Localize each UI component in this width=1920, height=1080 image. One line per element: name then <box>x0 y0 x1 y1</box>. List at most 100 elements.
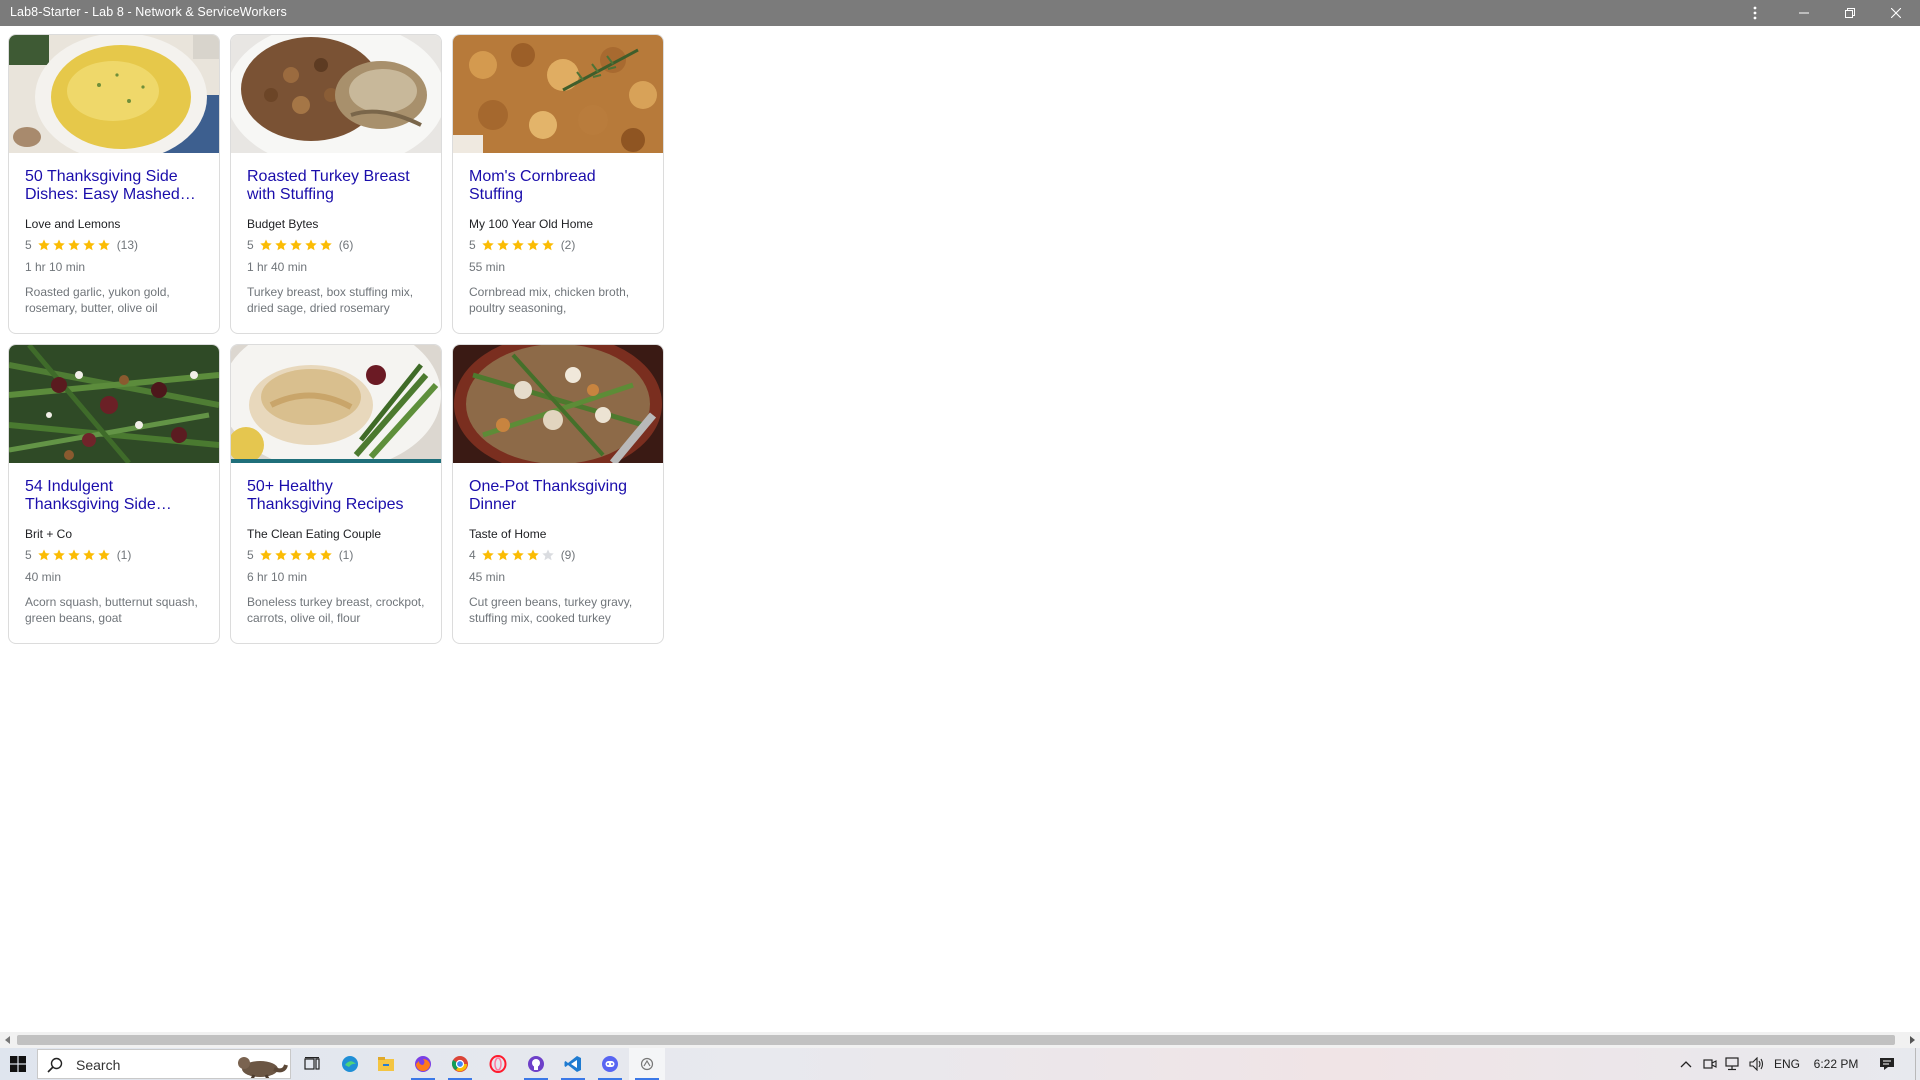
web-app-icon <box>640 1057 654 1071</box>
taskbar-github-desktop[interactable] <box>518 1048 554 1080</box>
close-icon <box>1891 8 1901 18</box>
taskbar-pwa-app[interactable] <box>629 1048 665 1080</box>
recipe-time: 55 min <box>469 260 506 274</box>
recipe-title[interactable]: 50 Thanksgiving Side Dishes: Easy Mashed… <box>25 168 203 204</box>
star-filled-icon <box>37 549 50 561</box>
tray-network[interactable] <box>1722 1048 1744 1080</box>
discord-icon <box>602 1056 618 1072</box>
recipe-title[interactable]: Roasted Turkey Breast with Stuffing <box>247 168 425 204</box>
page-content: 50 Thanksgiving Side Dishes: Easy Mashed… <box>0 26 1920 1032</box>
taskbar-edge[interactable] <box>332 1048 368 1080</box>
start-button[interactable] <box>0 1048 36 1080</box>
rating-stars <box>259 238 333 252</box>
recipe-ingredients: Turkey breast, box stuffing mix, dried s… <box>247 285 414 315</box>
scroll-right-button[interactable] <box>1904 1032 1920 1048</box>
windows-taskbar: Search ENG 6:22 PM <box>0 1048 1920 1080</box>
recipe-card[interactable]: Roasted Turkey Breast with Stuffing Budg… <box>230 34 442 334</box>
recipe-ingredients: Roasted garlic, yukon gold, rosemary, bu… <box>25 285 170 315</box>
star-filled-icon <box>496 549 509 561</box>
tray-overflow-button[interactable] <box>1676 1048 1696 1080</box>
edge-icon <box>342 1056 358 1072</box>
firefox-icon <box>415 1056 431 1072</box>
recipe-card[interactable]: 54 Indulgent Thanksgiving Side Dishes Br… <box>8 344 220 644</box>
cornbread-stuffing-photo[interactable] <box>453 35 663 153</box>
tray-meet-now[interactable] <box>1700 1048 1720 1080</box>
recipe-title[interactable]: 50+ Healthy Thanksgiving Recipes <box>247 478 425 514</box>
mashed-potatoes-photo[interactable] <box>9 35 219 153</box>
taskbar-vscode[interactable] <box>555 1048 591 1080</box>
more-vertical-icon <box>1753 6 1757 20</box>
recipe-ingredients: Cut green beans, turkey gravy, stuffing … <box>469 595 633 625</box>
rating-count: (6) <box>338 238 354 252</box>
star-filled-icon <box>289 239 302 251</box>
star-filled-icon <box>496 239 509 251</box>
show-desktop-button[interactable] <box>1915 1048 1920 1080</box>
restore-button[interactable] <box>1827 0 1873 26</box>
scroll-left-button[interactable] <box>0 1032 16 1048</box>
recipe-title[interactable]: 54 Indulgent Thanksgiving Side Dishes <box>25 478 203 514</box>
star-empty-icon <box>541 549 554 561</box>
rating-value: 5 <box>247 548 254 562</box>
recipe-card[interactable]: One-Pot Thanksgiving Dinner Taste of Hom… <box>452 344 664 644</box>
tray-language[interactable]: ENG <box>1770 1048 1804 1080</box>
app-menu-button[interactable] <box>1732 0 1778 26</box>
recipe-card[interactable]: 50+ Healthy Thanksgiving Recipes The Cle… <box>230 344 442 644</box>
taskbar-opera[interactable] <box>480 1048 516 1080</box>
recipe-time: 6 hr 10 min <box>247 570 308 584</box>
star-filled-icon <box>319 239 332 251</box>
taskbar-chrome[interactable] <box>442 1048 478 1080</box>
taskbar-discord[interactable] <box>592 1048 628 1080</box>
taskbar-file-explorer[interactable] <box>368 1048 404 1080</box>
star-filled-icon <box>541 239 554 251</box>
one-pot-dinner-photo[interactable] <box>453 345 663 463</box>
recipe-title[interactable]: Mom's Cornbread Stuffing <box>469 168 647 204</box>
window-title: Lab8-Starter - Lab 8 - Network & Service… <box>10 5 287 19</box>
tray-volume[interactable] <box>1746 1048 1768 1080</box>
github-desktop-icon <box>528 1056 544 1072</box>
scrollbar-thumb[interactable] <box>17 1035 1895 1045</box>
opera-icon <box>489 1055 507 1073</box>
star-filled-icon <box>67 549 80 561</box>
rating-value: 5 <box>247 238 254 252</box>
green-beans-photo[interactable] <box>9 345 219 463</box>
taskbar-search[interactable]: Search <box>37 1049 291 1079</box>
recipe-time: 45 min <box>469 570 506 584</box>
recipe-time: 40 min <box>25 570 62 584</box>
action-center-button[interactable] <box>1870 1048 1904 1080</box>
window-titlebar[interactable]: Lab8-Starter - Lab 8 - Network & Service… <box>0 0 1920 26</box>
taskbar-clock[interactable]: 6:22 PM <box>1806 1048 1866 1080</box>
recipe-rating: 5 (6) <box>247 238 425 252</box>
recipe-ingredients: Acorn squash, butternut squash, green be… <box>25 595 198 625</box>
search-highlight-art-icon <box>238 1057 288 1078</box>
taskbar-firefox[interactable] <box>405 1048 441 1080</box>
star-filled-icon <box>97 239 110 251</box>
recipe-org: My 100 Year Old Home <box>469 217 594 231</box>
rating-count: (1) <box>338 548 354 562</box>
recipe-card[interactable]: Mom's Cornbread Stuffing My 100 Year Old… <box>452 34 664 334</box>
volume-icon <box>1749 1057 1764 1071</box>
vscode-icon <box>564 1056 581 1072</box>
recipe-card[interactable]: 50 Thanksgiving Side Dishes: Easy Mashed… <box>8 34 220 334</box>
recipe-org: Love and Lemons <box>25 217 121 231</box>
recipe-title[interactable]: One-Pot Thanksgiving Dinner <box>469 478 647 514</box>
star-filled-icon <box>82 239 95 251</box>
rating-stars <box>481 548 555 562</box>
rating-value: 4 <box>469 548 476 562</box>
caret-left-icon <box>5 1036 10 1044</box>
recipe-rating: 5 (1) <box>247 548 425 562</box>
windows-logo-icon <box>10 1056 26 1072</box>
close-button[interactable] <box>1873 0 1919 26</box>
rating-count: (13) <box>116 238 139 252</box>
rating-count: (1) <box>116 548 132 562</box>
recipe-rating: 4 (9) <box>469 548 647 562</box>
chevron-up-icon <box>1680 1061 1692 1068</box>
folder-icon <box>378 1057 394 1071</box>
rating-stars <box>37 238 111 252</box>
star-filled-icon <box>67 239 80 251</box>
minimize-button[interactable] <box>1781 0 1827 26</box>
task-view-button[interactable] <box>294 1048 330 1080</box>
turkey-plate-photo[interactable] <box>231 345 441 463</box>
turkey-stuffing-photo[interactable] <box>231 35 441 153</box>
horizontal-scrollbar[interactable] <box>0 1032 1920 1048</box>
recipe-org: Budget Bytes <box>247 217 319 231</box>
